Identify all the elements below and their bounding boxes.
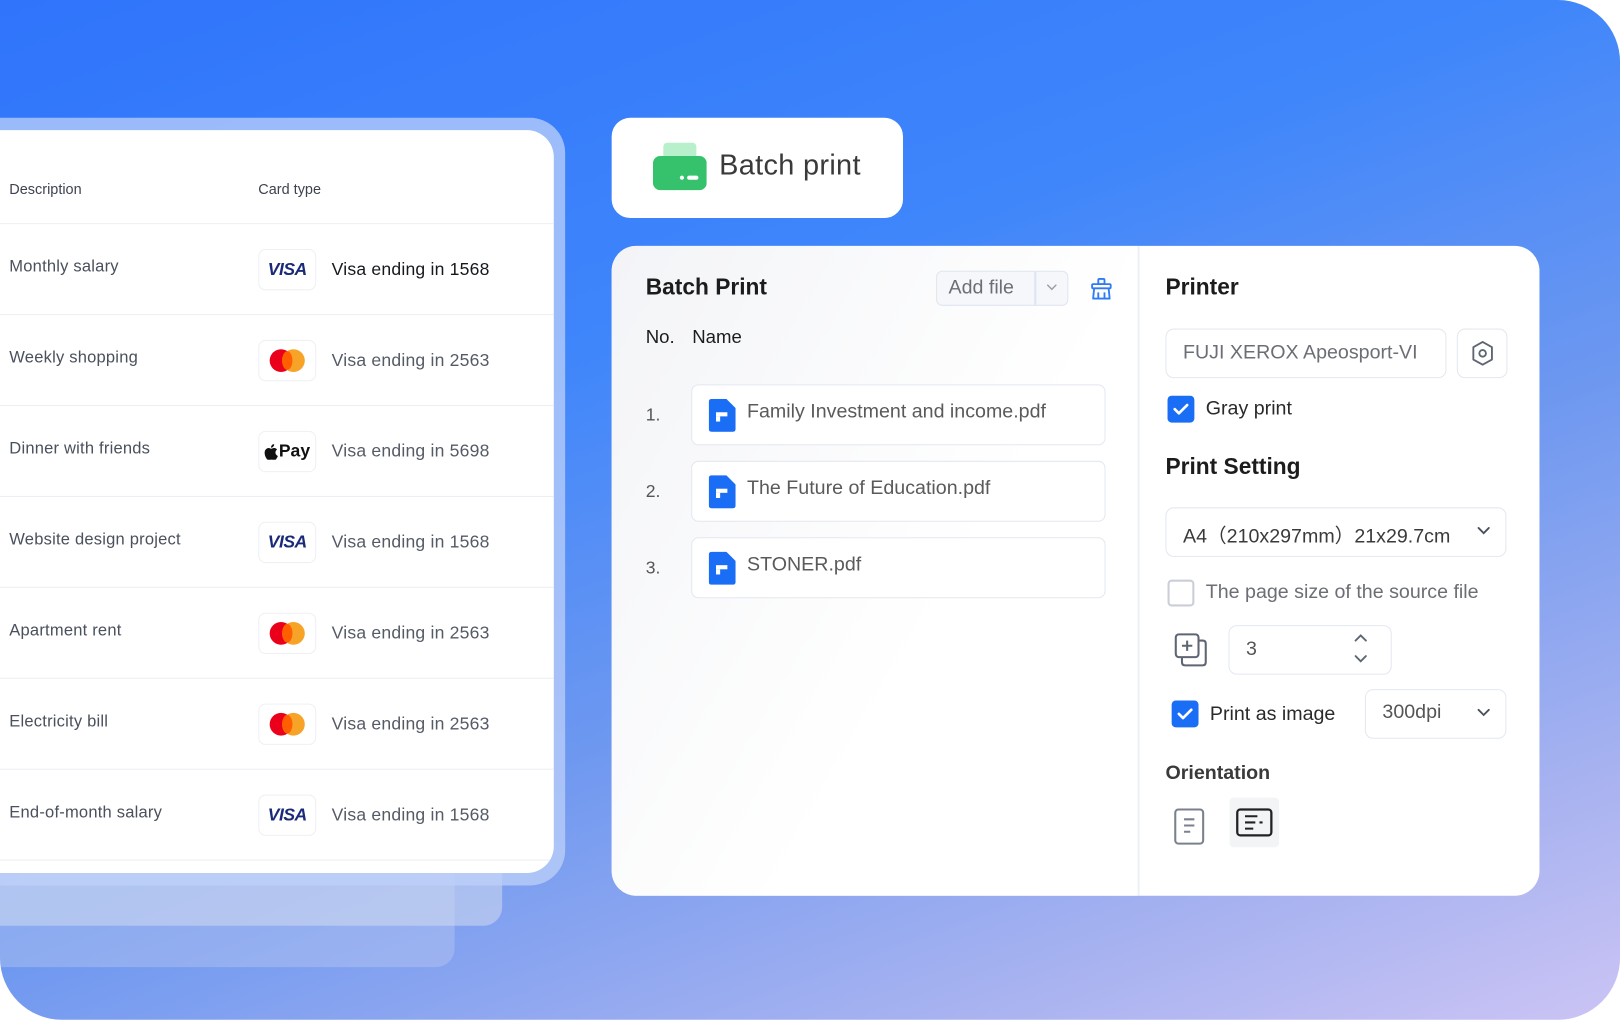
file-name: Family Investment and income.pdf xyxy=(747,400,1046,423)
chevron-down-icon xyxy=(1477,527,1490,535)
row-card-text: Visa ending in 2563 xyxy=(331,713,490,734)
chevron-down-icon[interactable] xyxy=(1353,652,1367,664)
source-page-size-checkbox[interactable] xyxy=(1167,579,1195,607)
printer-heading: Printer xyxy=(1165,273,1239,300)
stage: Description Card type Monthly salary VIS… xyxy=(0,0,1620,1020)
visa-logo-icon: VISA xyxy=(267,259,307,279)
visa-logo-icon: VISA xyxy=(267,532,307,552)
copies-stepper[interactable]: 3 xyxy=(1228,625,1392,675)
file-item[interactable]: Family Investment and income.pdf xyxy=(691,384,1106,446)
pdf-file-icon xyxy=(708,475,736,509)
chip-label: Batch print xyxy=(719,148,861,181)
row-description: Website design project xyxy=(9,531,181,549)
file-name: The Future of Education.pdf xyxy=(747,477,991,500)
printer-icon xyxy=(652,142,707,191)
table-row[interactable]: Weekly shopping Visa ending in 2563 xyxy=(0,315,554,407)
file-item[interactable]: The Future of Education.pdf xyxy=(691,460,1106,522)
checkmark-icon xyxy=(1173,403,1189,415)
card-logo-badge: VISA xyxy=(258,794,317,836)
portrait-orientation-icon[interactable] xyxy=(1174,808,1205,845)
mastercard-logo-icon xyxy=(268,621,307,646)
apple-pay-logo-icon: Pay xyxy=(264,441,310,462)
batch-print-chip[interactable]: Batch print xyxy=(611,117,904,219)
card-logo-badge xyxy=(258,339,317,382)
copies-value: 3 xyxy=(1246,638,1257,661)
mastercard-logo-icon xyxy=(268,348,307,373)
chevron-down-icon[interactable] xyxy=(1044,276,1061,299)
copies-icon xyxy=(1174,633,1207,667)
table-header: Description Card type xyxy=(0,130,554,225)
row-card-text: Visa ending in 2563 xyxy=(331,623,490,643)
mastercard-logo-icon xyxy=(268,712,307,737)
file-number: 3. xyxy=(645,557,661,578)
print-as-image-checkbox[interactable] xyxy=(1171,700,1199,728)
column-header-no: No. xyxy=(645,326,675,348)
print-as-image-label[interactable]: Print as image xyxy=(1210,704,1335,727)
row-description: Monthly salary xyxy=(9,258,119,276)
visa-logo-icon: VISA xyxy=(267,804,307,825)
paper-size-value: A4（210x297mm）21x29.7cm xyxy=(1183,525,1451,548)
card-logo-badge xyxy=(258,703,317,745)
row-description: Apartment rent xyxy=(9,621,122,640)
broom-icon[interactable] xyxy=(1089,277,1114,302)
gray-print-checkbox[interactable] xyxy=(1167,395,1195,423)
landscape-orientation-icon xyxy=(1236,808,1273,837)
settings-pane: Printer FUJI XEROX Apeosport-VI Gray pri… xyxy=(1139,246,1540,896)
background: Description Card type Monthly salary VIS… xyxy=(0,0,1620,1020)
orientation-heading: Orientation xyxy=(1165,762,1271,785)
landscape-orientation-button[interactable] xyxy=(1229,797,1280,848)
paper-size-select[interactable]: A4（210x297mm）21x29.7cm xyxy=(1165,507,1507,557)
row-description: Dinner with friends xyxy=(9,440,151,458)
file-name: STONER.pdf xyxy=(747,553,862,576)
file-number: 1. xyxy=(645,405,661,425)
split-divider xyxy=(1034,271,1036,305)
add-file-button[interactable]: Add file xyxy=(948,277,1013,300)
printer-select[interactable]: FUJI XEROX Apeosport-VI xyxy=(1165,328,1447,379)
row-card-text: Visa ending in 1568 xyxy=(331,804,490,825)
chevron-down-icon xyxy=(1477,708,1490,717)
gray-print-label[interactable]: Gray print xyxy=(1206,398,1292,421)
chevron-up-icon[interactable] xyxy=(1353,632,1367,644)
row-card-text: Visa ending in 1568 xyxy=(331,259,490,279)
row-description: Electricity bill xyxy=(9,712,109,731)
pdf-file-icon xyxy=(708,398,736,432)
row-description: Weekly shopping xyxy=(9,349,138,367)
row-card-text: Visa ending in 1568 xyxy=(331,532,490,552)
card-logo-badge: Pay xyxy=(258,430,317,473)
settings-hexagon-icon xyxy=(1471,341,1493,366)
batch-print-title: Batch Print xyxy=(645,273,768,300)
table-row[interactable]: Website design project VISA Visa ending … xyxy=(0,497,554,588)
pdf-file-icon xyxy=(708,551,736,585)
add-file-split-button[interactable]: Add file xyxy=(936,270,1069,306)
column-header-description[interactable]: Description xyxy=(9,181,81,198)
file-number: 2. xyxy=(645,481,661,502)
file-item[interactable]: STONER.pdf xyxy=(691,537,1106,599)
table-row[interactable]: End-of-month salary VISA Visa ending in … xyxy=(0,770,554,861)
transactions-table: Description Card type Monthly salary VIS… xyxy=(0,130,554,874)
table-row[interactable]: Electricity bill Visa ending in 2563 xyxy=(0,679,554,770)
table-row[interactable]: Monthly salary VISA Visa ending in 1568 xyxy=(0,224,554,316)
printer-name: FUJI XEROX Apeosport-VI xyxy=(1183,341,1418,364)
printer-settings-button[interactable] xyxy=(1456,328,1508,379)
table-row[interactable]: Dinner with friends Pay Visa ending in 5… xyxy=(0,406,554,497)
card-logo-badge: VISA xyxy=(258,521,317,564)
dpi-select[interactable]: 300dpi xyxy=(1364,689,1507,739)
dpi-value: 300dpi xyxy=(1382,701,1442,724)
table-row[interactable]: Apartment rent Visa ending in 2563 xyxy=(0,588,554,679)
column-header-name: Name xyxy=(692,326,742,348)
source-page-size-label[interactable]: The page size of the source file xyxy=(1206,582,1479,605)
checkmark-icon xyxy=(1177,708,1193,720)
card-logo-badge: VISA xyxy=(258,249,317,291)
row-card-text: Visa ending in 5698 xyxy=(331,441,490,461)
card-logo-badge xyxy=(258,612,317,655)
row-description: End-of-month salary xyxy=(9,803,163,822)
batch-print-panel: Batch Print Add file No. Name 1. Family … xyxy=(611,245,1540,896)
column-header-card-type[interactable]: Card type xyxy=(258,181,321,198)
file-list-pane: Batch Print Add file No. Name 1. Family … xyxy=(611,245,1138,896)
row-card-text: Visa ending in 2563 xyxy=(331,350,490,370)
print-setting-heading: Print Setting xyxy=(1165,453,1301,480)
